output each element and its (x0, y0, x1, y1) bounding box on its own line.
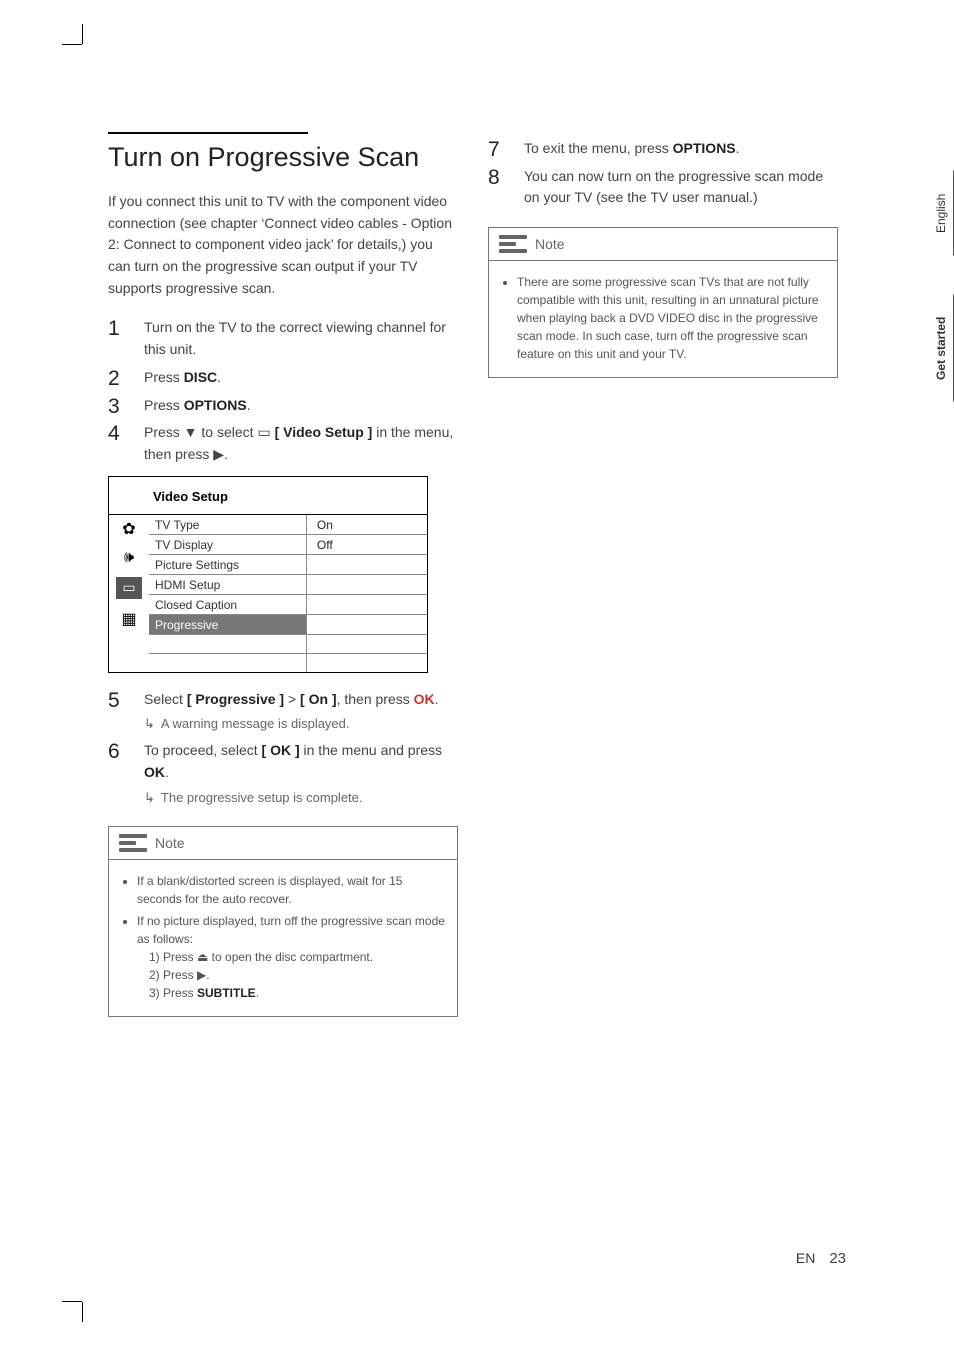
page-title: Turn on Progressive Scan (108, 142, 458, 173)
note-box: Note If a blank/distorted screen is disp… (108, 826, 458, 1017)
menu-name: [ On ] (300, 691, 337, 707)
osd-menu: TV TypeOn TV DisplayOff Picture Settings… (149, 515, 427, 672)
crop-mark (82, 1302, 83, 1322)
result-arrow-icon: ↳ (144, 788, 155, 808)
osd-item: TV Type (149, 515, 307, 534)
audio-setup-icon: 🕪 (124, 549, 134, 567)
step-text: in the menu and press (300, 742, 442, 758)
footer-lang: EN (796, 1250, 815, 1266)
note-title: Note (155, 835, 185, 851)
step-text: Select (144, 691, 187, 707)
video-setup-icon: ▭ (116, 577, 142, 599)
note-bullet: There are some progressive scan TVs that… (517, 273, 825, 363)
result-arrow-icon: ↳ (144, 714, 155, 734)
step-text: Turn on the TV to the correct viewing ch… (144, 319, 446, 357)
ok-label: OK (414, 691, 435, 707)
side-tab-section: Get started (934, 294, 948, 402)
note-sub: 3) Press SUBTITLE. (137, 984, 445, 1002)
osd-item: Picture Settings (149, 555, 307, 574)
note-bullet: If a blank/distorted screen is displayed… (137, 872, 445, 908)
page-footer: EN 23 (796, 1250, 846, 1267)
step-text: Press ▼ to select (144, 424, 257, 440)
note-text: . (256, 986, 259, 1000)
display-icon: ▭ (257, 424, 270, 440)
button-label: OK (144, 764, 165, 780)
step-text: To exit the menu, press (524, 140, 673, 156)
osd-icon-column: ✿ 🕪 ▭ ▦ (109, 515, 149, 672)
osd-title: Video Setup (109, 477, 427, 515)
general-setup-icon: ✿ (122, 519, 135, 539)
menu-name: [ Video Setup ] (275, 424, 373, 440)
osd-item: Closed Caption (149, 595, 307, 614)
menu-name: [ Progressive ] (187, 691, 284, 707)
step-1: Turn on the TV to the correct viewing ch… (108, 317, 458, 360)
step-text: You can now turn on the progressive scan… (524, 168, 823, 206)
step-3: Press OPTIONS. (108, 395, 458, 417)
heading-rule (108, 132, 308, 134)
note-text: If no picture displayed, turn off the pr… (137, 914, 445, 946)
note-icon (499, 234, 527, 254)
step-sub: The progressive setup is complete. (161, 788, 363, 808)
crop-mark (62, 44, 82, 45)
step-2: Press DISC. (108, 367, 458, 389)
osd-value: Off (307, 535, 427, 554)
step-text: , then press (337, 691, 414, 707)
note-title: Note (535, 236, 565, 252)
button-label: DISC (184, 369, 217, 385)
step-text: . (165, 764, 169, 780)
button-label: OPTIONS (673, 140, 736, 156)
step-7: To exit the menu, press OPTIONS. (488, 138, 838, 160)
osd-screenshot: Video Setup ✿ 🕪 ▭ ▦ TV TypeOn TV Display… (108, 476, 428, 673)
note-text: 3) Press (149, 986, 197, 1000)
note-bullet: If no picture displayed, turn off the pr… (137, 912, 445, 1002)
step-text: . (217, 369, 221, 385)
note-sub: 2) Press ▶. (137, 966, 445, 984)
step-5: Select [ Progressive ] > [ On ], then pr… (108, 689, 458, 735)
step-6: To proceed, select [ OK ] in the menu an… (108, 740, 458, 808)
osd-item: HDMI Setup (149, 575, 307, 594)
step-text: . (435, 691, 439, 707)
step-text: > (284, 691, 300, 707)
button-label: SUBTITLE (197, 986, 256, 1000)
crop-mark (62, 1301, 82, 1302)
side-tab-language-label: English (934, 193, 948, 232)
osd-value: On (307, 515, 427, 534)
preference-setup-icon: ▦ (121, 609, 136, 629)
step-text: Press (144, 397, 184, 413)
crop-mark (82, 24, 83, 44)
note-icon (119, 833, 147, 853)
side-tab-section-label: Get started (934, 316, 948, 379)
footer-page-number: 23 (829, 1250, 846, 1267)
step-text: . (247, 397, 251, 413)
step-8: You can now turn on the progressive scan… (488, 166, 838, 209)
button-label: OPTIONS (184, 397, 247, 413)
step-4: Press ▼ to select ▭ [ Video Setup ] in t… (108, 422, 458, 465)
side-tab-language: English (934, 170, 948, 256)
osd-item-selected: Progressive (149, 615, 307, 634)
step-text: Press (144, 369, 184, 385)
step-text: . (736, 140, 740, 156)
step-text: To proceed, select (144, 742, 262, 758)
note-sub: 1) Press ⏏ to open the disc compartment. (137, 948, 445, 966)
menu-name: [ OK ] (262, 742, 300, 758)
intro-paragraph: If you connect this unit to TV with the … (108, 191, 458, 299)
step-sub: A warning message is displayed. (161, 714, 350, 734)
osd-item: TV Display (149, 535, 307, 554)
note-box: Note There are some progressive scan TVs… (488, 227, 838, 378)
